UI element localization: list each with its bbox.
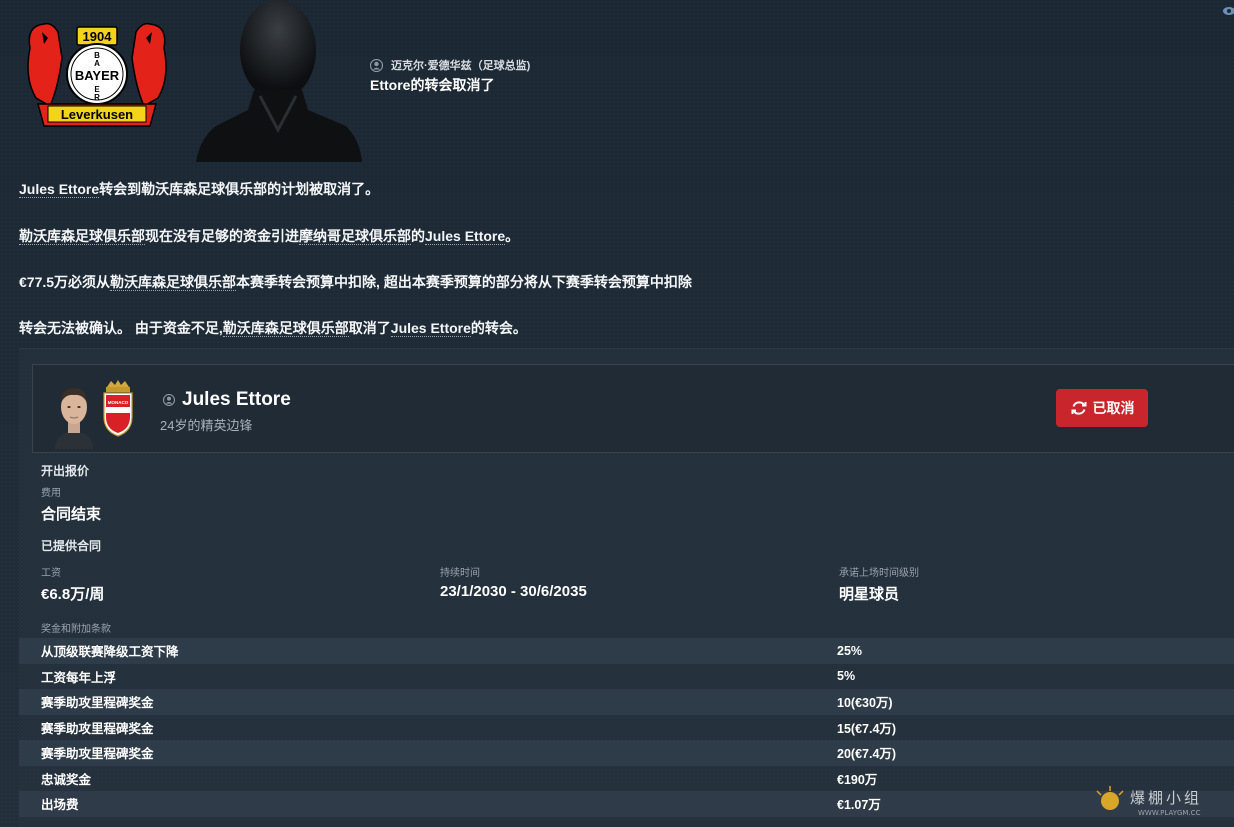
duration-value: 23/1/2030 - 30/6/2035	[440, 583, 587, 600]
transfer-offer-panel: MONACO Jules Ettore 24岁的精英边锋 已取消 开出报价 费用…	[19, 348, 1234, 827]
bonus-row: 赛季助攻里程碑奖金 20(€7.4万)	[19, 740, 1234, 766]
bonus-row: 赛季助攻里程碑奖金 10(€30万)	[19, 689, 1234, 715]
crest-word: BAYER	[75, 68, 120, 83]
paragraph-text: 。	[505, 228, 520, 244]
player-card[interactable]: MONACO Jules Ettore 24岁的精英边锋 已取消	[32, 364, 1234, 453]
fee-value: 合同结束	[41, 506, 102, 523]
message-sender[interactable]: 迈克尔·爱德华兹（足球总监)	[370, 57, 530, 73]
bonus-value: 25%	[837, 643, 863, 658]
paragraph-text: 本赛季转会预算中扣除, 超出本赛季预算的部分将从下赛季转会预算中扣除	[236, 274, 692, 290]
leverkusen-crest-icon: 1904 BAYER B A E R Leverkusen	[27, 22, 167, 127]
bonus-label: 赛季助攻里程碑奖金	[41, 696, 154, 711]
paragraph-text: 取消了	[348, 320, 391, 336]
paragraph-text: 的	[411, 228, 425, 244]
contract-title: 已提供合同	[41, 539, 102, 553]
status-label: 已取消	[1092, 400, 1135, 416]
bonus-value: 15(€7.4万)	[837, 721, 897, 736]
paragraph-text: 转会到勒沃库森足球俱乐部的计划被取消了。	[99, 181, 380, 197]
club-link[interactable]: 勒沃库森足球俱乐部	[110, 274, 237, 291]
bonus-value: €1.07万	[837, 798, 881, 813]
bonus-row: 赛季助攻里程碑奖金 15(€7.4万)	[19, 715, 1234, 741]
club-link[interactable]: 勒沃库森足球俱乐部	[19, 228, 145, 245]
message-paragraph-2: 勒沃库森足球俱乐部现在没有足够的资金引进摩纳哥足球俱乐部的Jules Ettor…	[19, 226, 519, 246]
message-paragraph-1: Jules Ettore转会到勒沃库森足球俱乐部的计划被取消了。	[19, 179, 379, 199]
player-name: Jules Ettore	[182, 389, 291, 410]
paragraph-text: 转会无法被确认。 由于资金不足,	[19, 320, 223, 336]
club-link[interactable]: 摩纳哥足球俱乐部	[299, 228, 411, 245]
playing-time-label: 承诺上场时间级别	[839, 568, 919, 579]
refresh-icon	[1071, 401, 1086, 415]
fee-label: 费用	[41, 488, 61, 499]
bonus-row: 忠诚奖金 €190万	[19, 766, 1234, 792]
paragraph-text: 现在没有足够的资金引进	[145, 228, 299, 244]
message-paragraph-4: 转会无法被确认。 由于资金不足,勒沃库森足球俱乐部取消了Jules Ettore…	[19, 318, 527, 338]
bonus-value: 10(€30万)	[837, 696, 893, 711]
eye-icon[interactable]	[1220, 4, 1234, 18]
bonus-list: 从顶级联赛降级工资下降 25% 工资每年上浮 5% 赛季助攻里程碑奖金 10(€…	[19, 638, 1234, 817]
paragraph-text: 必须从	[68, 274, 111, 290]
offer-title: 开出报价	[41, 464, 90, 478]
message-subject: Ettore的转会取消了	[370, 77, 495, 93]
bonus-label: 赛季助攻里程碑奖金	[41, 721, 154, 736]
svg-text:R: R	[94, 93, 100, 102]
svg-text:A: A	[94, 59, 100, 68]
playing-time-value: 明星球员	[839, 586, 900, 603]
watermark-logo: 爆棚小组 WWW.PLAYGM.CC	[1096, 786, 1202, 817]
bonus-label: 出场费	[41, 798, 79, 813]
player-description: 24岁的精英边锋	[160, 418, 253, 433]
bonus-row: 从顶级联赛降级工资下降 25%	[19, 638, 1234, 664]
watermark-text: 爆棚小组	[1130, 789, 1202, 807]
bonus-label: 工资每年上浮	[41, 670, 117, 685]
crest-text: MONACO	[108, 400, 129, 405]
message-header: 迈克尔·爱德华兹（足球总监) Ettore的转会取消了	[370, 57, 530, 95]
duration-label: 持续时间	[440, 568, 480, 579]
sender-name: 迈克尔·爱德华兹（足球总监)	[391, 60, 531, 72]
paragraph-text: 的转会。	[470, 320, 527, 336]
player-link[interactable]: Jules Ettore	[425, 228, 506, 245]
message-paragraph-3: €77.5万必须从勒沃库森足球俱乐部本赛季转会预算中扣除, 超出本赛季预算的部分…	[19, 272, 692, 292]
bonus-label: 赛季助攻里程碑奖金	[41, 747, 154, 762]
bonus-label: 从顶级联赛降级工资下降	[41, 645, 179, 660]
cancelled-status-button[interactable]: 已取消	[1056, 389, 1148, 427]
bonus-title: 奖金和附加条款	[41, 624, 111, 635]
person-icon	[370, 58, 383, 72]
bonus-value: €190万	[837, 772, 878, 787]
amount-text: €77.5万	[19, 274, 69, 290]
crest-year: 1904	[83, 29, 113, 44]
club-link[interactable]: 勒沃库森足球俱乐部	[222, 320, 349, 337]
wage-value: €6.8万/周	[41, 586, 105, 603]
bonus-value: 5%	[837, 669, 856, 684]
wage-label: 工资	[41, 568, 61, 579]
crest-banner: Leverkusen	[61, 107, 133, 122]
watermark-url: WWW.PLAYGM.CC	[1138, 809, 1201, 817]
monaco-crest-icon[interactable]: MONACO	[101, 379, 135, 437]
bonus-row: 出场费 €1.07万	[19, 791, 1234, 817]
staff-silhouette-icon	[196, 0, 362, 162]
bonus-label: 忠诚奖金	[41, 772, 92, 787]
player-link[interactable]: Jules Ettore	[19, 181, 100, 198]
person-icon	[163, 394, 175, 406]
bonus-value: 20(€7.4万)	[837, 747, 897, 762]
player-link[interactable]: Jules Ettore	[390, 320, 471, 337]
player-face-icon	[55, 388, 93, 449]
bonus-row: 工资每年上浮 5%	[19, 664, 1234, 690]
player-name-row[interactable]: Jules Ettore	[163, 389, 291, 411]
